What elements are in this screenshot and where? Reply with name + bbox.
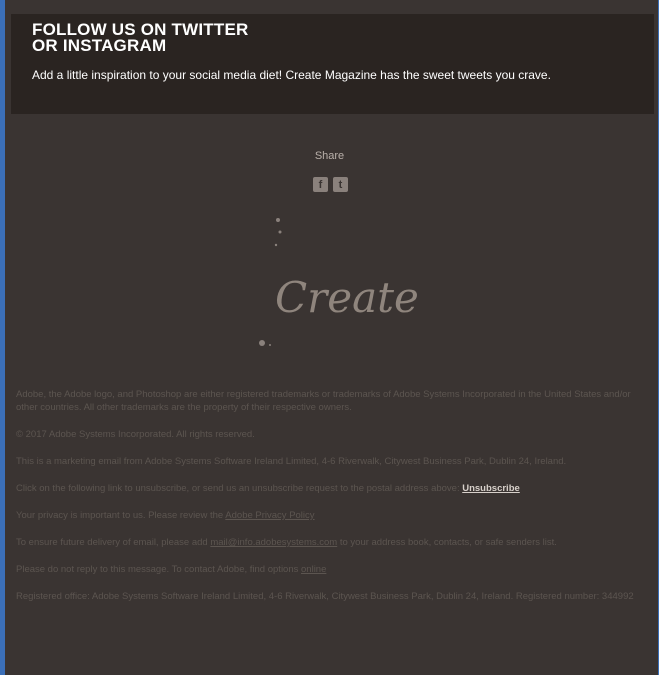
no-reply-notice: Please do not reply to this message. To … bbox=[16, 563, 654, 576]
delivery-text-a: To ensure future delivery of email, plea… bbox=[16, 537, 208, 548]
privacy-policy-link[interactable]: Adobe Privacy Policy bbox=[225, 510, 314, 521]
share-label: Share bbox=[314, 150, 345, 162]
copyright-notice: © 2017 Adobe Systems Incorporated. All r… bbox=[16, 429, 255, 440]
unsubscribe-notice: Click on the following link to unsubscri… bbox=[16, 482, 654, 495]
privacy-notice: Your privacy is important to us. Please … bbox=[16, 509, 654, 522]
delivery-notice: To ensure future delivery of email, plea… bbox=[16, 536, 654, 549]
privacy-text: Your privacy is important to us. Please … bbox=[16, 510, 224, 521]
registered-office-notice: Registered office: Adobe Systems Softwar… bbox=[16, 591, 634, 602]
marketing-notice: This is a marketing email from Adobe Sys… bbox=[16, 456, 567, 467]
banner-title: FOLLOW US ON TWITTER OR INSTAGRAM bbox=[32, 21, 248, 55]
facebook-icon[interactable]: f bbox=[313, 177, 328, 192]
delivery-text-b: to your address book, contacts, or safe … bbox=[339, 537, 557, 548]
unsubscribe-link[interactable]: Unsubscribe bbox=[462, 483, 520, 494]
social-follow-banner: FOLLOW US ON TWITTER OR INSTAGRAM Add a … bbox=[11, 14, 654, 114]
create-logo: Create bbox=[259, 218, 419, 346]
social-share-icons: f t bbox=[313, 177, 348, 192]
banner-title-line2: OR INSTAGRAM bbox=[32, 36, 167, 55]
legal-footer: Adobe, the Adobe logo, and Photoshop are… bbox=[16, 388, 654, 617]
unsubscribe-text: Click on the following link to unsubscri… bbox=[16, 483, 460, 494]
contact-online-link[interactable]: online bbox=[301, 564, 326, 575]
twitter-icon[interactable]: t bbox=[333, 177, 348, 192]
banner-body: Add a little inspiration to your social … bbox=[32, 68, 551, 82]
trademark-notice: Adobe, the Adobe logo, and Photoshop are… bbox=[16, 389, 631, 413]
no-reply-text: Please do not reply to this message. To … bbox=[16, 564, 299, 575]
logo-text: Create bbox=[275, 273, 419, 322]
sender-email-link[interactable]: mail@info.adobesystems.com bbox=[210, 537, 337, 548]
